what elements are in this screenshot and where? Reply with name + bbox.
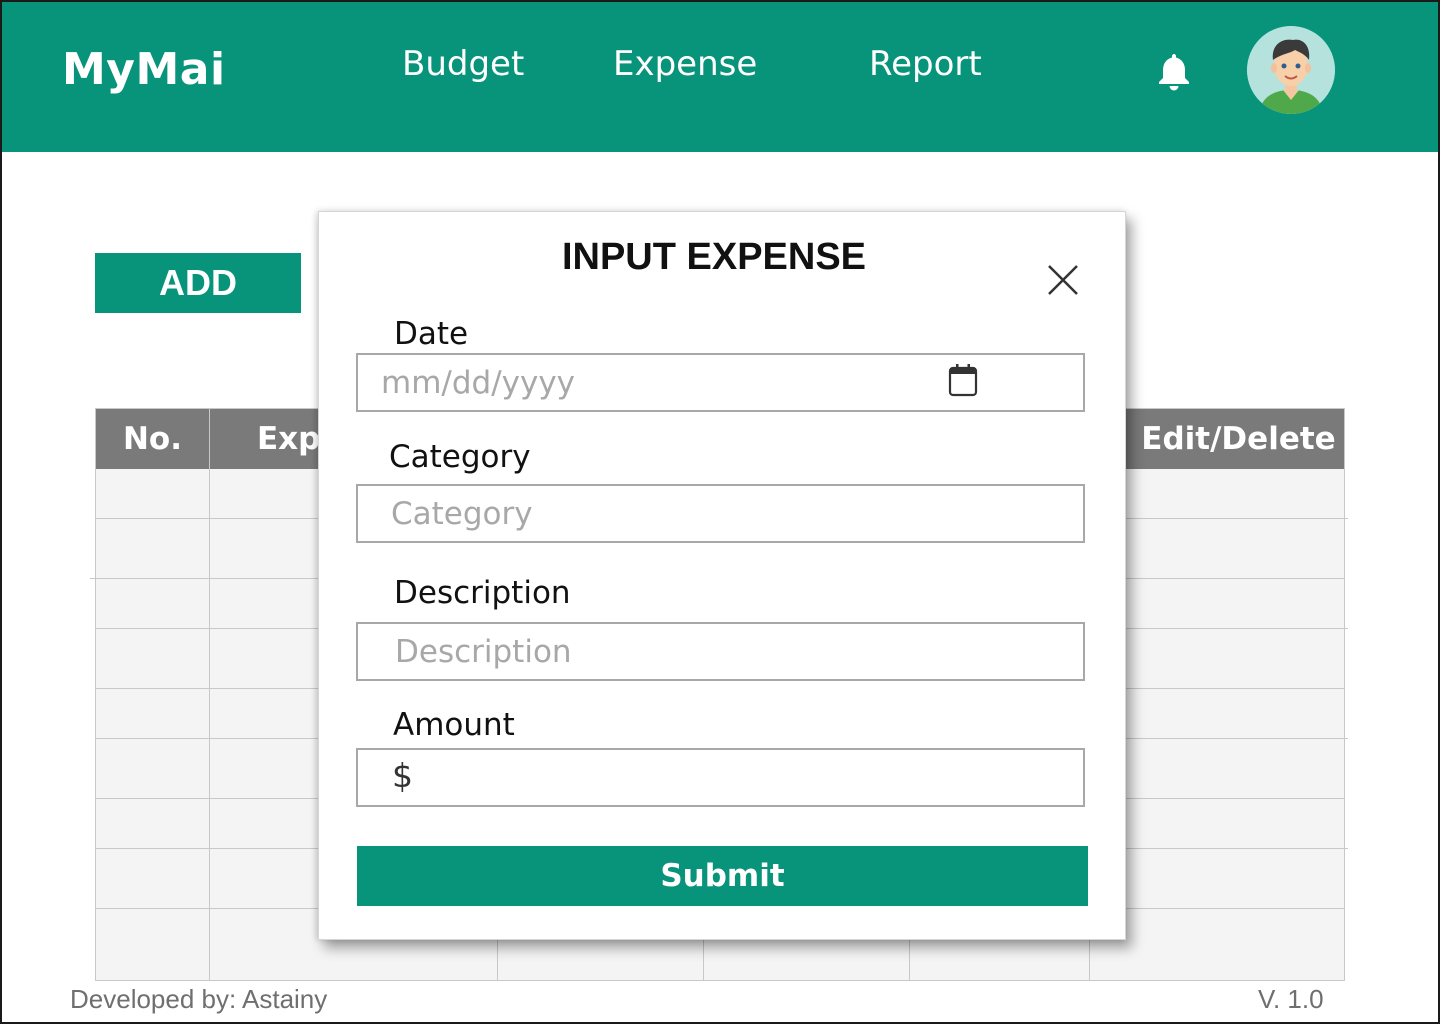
calendar-icon[interactable] [948,363,978,397]
nav-report[interactable]: Report [869,44,982,84]
category-input[interactable] [358,486,1083,541]
amount-field-box: $ [356,748,1085,807]
nav-expense[interactable]: Expense [613,44,757,84]
input-expense-modal: INPUT EXPENSE Date Category Description … [318,211,1126,940]
footer-developer-credit: Developed by: Astainy [70,984,328,1014]
modal-title: INPUT EXPENSE [561,236,867,278]
amount-label: Amount [393,707,515,743]
top-navbar: MyMai Budget Expense Report [0,0,1440,152]
user-avatar[interactable] [1247,26,1335,114]
date-label: Date [394,316,469,352]
description-field-box [356,622,1085,681]
description-input[interactable] [358,624,1083,679]
submit-button[interactable]: Submit [357,846,1088,906]
amount-input[interactable] [358,750,1083,805]
column-divider [209,409,210,980]
nav-budget[interactable]: Budget [402,44,524,84]
bell-icon[interactable] [1153,50,1195,92]
category-field-box [356,484,1085,543]
description-label: Description [394,575,571,611]
column-header-no: No. [122,421,183,457]
add-expense-button[interactable]: ADD [95,253,301,313]
date-field-box [356,353,1085,412]
footer-version: V. 1.0 [1258,984,1324,1014]
column-header-edit-delete: Edit/Delete [1141,421,1336,457]
app-logo[interactable]: MyMai [62,44,226,95]
category-label: Category [389,439,531,475]
close-icon[interactable] [1045,262,1081,298]
